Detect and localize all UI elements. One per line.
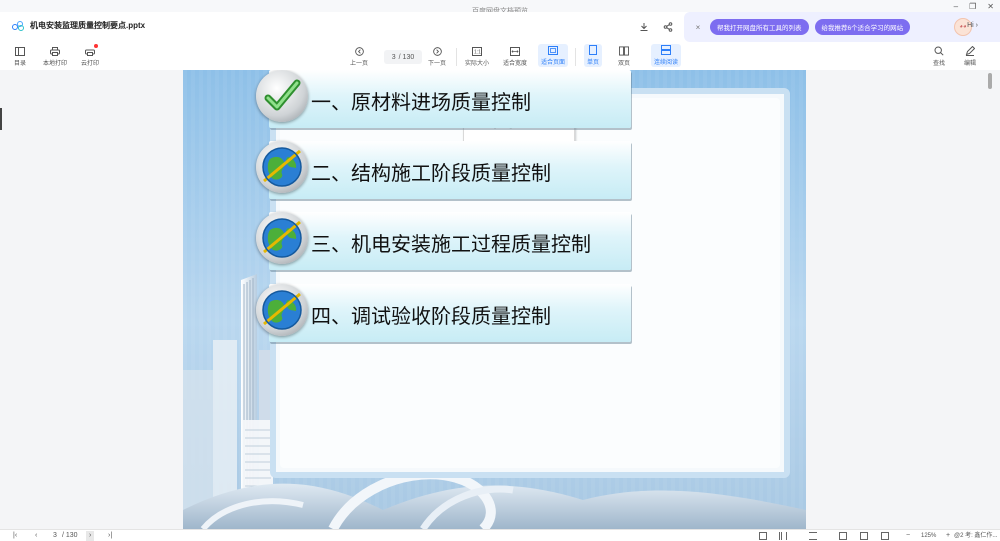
restore-icon[interactable]: ❐ [969, 2, 976, 11]
single-page-icon [588, 45, 598, 55]
continuous-read-button[interactable]: 连续阅读 [651, 44, 682, 67]
continuous-read-icon [661, 45, 671, 55]
vertical-scrollbar[interactable] [988, 73, 992, 89]
zoom-in-icon[interactable]: + [946, 531, 950, 541]
last-page-icon[interactable]: ›| [108, 531, 112, 541]
suggestion-chip-tools[interactable]: 帮我打开网盘所有工具的列表 [710, 19, 809, 35]
bottom-page-current[interactable]: 3 [53, 531, 57, 541]
toc-item-text: 三、机电安装施工过程质量控制 [311, 232, 591, 256]
header-actions [638, 21, 674, 33]
edit-button[interactable]: 编辑 [964, 46, 976, 67]
document-viewer[interactable]: 目 录 一、原材料进场质量控制 二、结构施工阶段质量控制 三、机电安装施工过程质… [0, 70, 1000, 529]
fit-width-small-icon[interactable] [860, 532, 868, 540]
window-controls: – ❐ ✕ [954, 0, 994, 12]
first-page-icon[interactable]: |‹ [13, 531, 17, 541]
single-view-icon[interactable] [759, 532, 767, 540]
prev-page-icon[interactable]: ‹ [35, 531, 37, 541]
fit-width-icon [510, 46, 520, 56]
cloud-print-icon [85, 44, 98, 56]
page-current: 3 [391, 53, 396, 61]
printer-icon [50, 46, 60, 56]
toc-item-text: 二、结构施工阶段质量控制 [311, 161, 551, 185]
search-button[interactable]: 查找 [933, 46, 945, 67]
continuous-read-label: 连续阅读 [654, 60, 679, 66]
title-bar: 百度网盘文档预览 – ❐ ✕ [0, 0, 1000, 15]
page-total: / 130 [398, 53, 415, 61]
file-name: 机电安装监理质量控制要点.pptx [30, 21, 146, 30]
fit-width-button[interactable]: 适合宽度 [503, 46, 527, 67]
double-page-icon [619, 46, 629, 56]
local-print-label: 本地打印 [43, 61, 68, 67]
ai-assistant-bar: × 帮我打开网盘所有工具的列表 给我推荐6个适合学习的网站 [684, 12, 1000, 42]
double-page-button[interactable]: 双页 [618, 46, 630, 67]
share-icon[interactable] [662, 21, 674, 33]
local-print-button[interactable]: 本地打印 [43, 46, 67, 67]
toc-item-2: 二、结构施工阶段质量控制 [269, 141, 631, 199]
checkmark-icon [256, 70, 308, 122]
search-label: 查找 [933, 61, 946, 67]
edit-label: 编辑 [964, 61, 977, 67]
svg-text:1:1: 1:1 [474, 49, 481, 55]
suggestion-chip-websites[interactable]: 给我推荐6个适合学习的网站 [814, 19, 911, 35]
globe-icon [256, 141, 308, 193]
double-view-icon[interactable] [779, 532, 787, 540]
slide-page: 目 录 一、原材料进场质量控制 二、结构施工阶段质量控制 三、机电安装施工过程质… [183, 70, 806, 529]
fit-page-button[interactable]: 适合页面 [538, 44, 569, 67]
toc-item-text: 四、调试验收阶段质量控制 [311, 304, 551, 328]
zoom-level: 125% [921, 533, 937, 539]
next-page-icon[interactable]: › [86, 531, 95, 541]
actual-size-icon: 1:1 [472, 46, 482, 56]
file-title: 机电安装监理质量控制要点.pptx [12, 20, 145, 31]
fit-width-label: 适合宽度 [503, 61, 528, 67]
actual-size-small-icon[interactable] [839, 532, 847, 540]
next-page-button[interactable]: 下一页 [428, 46, 446, 67]
side-indicator [0, 108, 2, 130]
watermark-status: @2 考: 鑫仁作... [954, 533, 998, 539]
cloud-print-button[interactable]: 云打印 [81, 44, 100, 67]
toolbar: 目录 本地打印 云打印 上一页 3 / 130 下一页 1:1 实际大小 适合宽… [0, 42, 1000, 70]
prev-page-label: 上一页 [350, 61, 369, 67]
zoom-out-icon[interactable]: − [906, 531, 910, 541]
globe-icon [256, 212, 308, 264]
download-icon[interactable] [638, 21, 650, 33]
cloud-print-label: 云打印 [81, 61, 100, 67]
actual-size-button[interactable]: 1:1 实际大小 [465, 46, 489, 67]
close-assistant-icon[interactable]: × [692, 23, 704, 32]
globe-icon [256, 284, 308, 336]
toc-item-text: 一、原材料进场质量控制 [311, 90, 531, 114]
outline-button[interactable]: 目录 [14, 46, 26, 67]
toc-item-4: 四、调试验收阶段质量控制 [269, 284, 631, 342]
fit-page-icon [548, 45, 558, 55]
actual-size-label: 实际大小 [465, 61, 490, 67]
next-page-label: 下一页 [428, 61, 447, 67]
app-window: 百度网盘文档预览 – ❐ ✕ 机电安装监理质量控制要点.pptx × 帮我打开网… [0, 0, 1000, 541]
next-icon [432, 46, 442, 56]
outline-label: 目录 [14, 61, 27, 67]
prev-icon [354, 46, 364, 56]
minimize-icon[interactable]: – [954, 2, 958, 11]
single-page-label: 单页 [587, 60, 600, 66]
edit-icon [965, 46, 975, 56]
close-icon[interactable]: ✕ [987, 2, 994, 11]
outline-icon [15, 46, 25, 56]
page-number-input[interactable]: 3 / 130 [384, 50, 422, 64]
baidu-netdisk-logo-icon [12, 20, 24, 31]
toc-item-1: 一、原材料进场质量控制 [269, 70, 631, 128]
search-icon [934, 46, 944, 56]
double-page-label: 双页 [618, 61, 631, 67]
scroll-view-icon[interactable] [809, 532, 817, 540]
bottom-bar: |‹ ‹ 3 / 130 › ›| − 125% + @2 考: 鑫仁作... [0, 529, 1000, 541]
divider [456, 48, 457, 66]
assistant-greeting[interactable]: Hi › [967, 22, 978, 29]
prev-page-button[interactable]: 上一页 [350, 46, 368, 67]
bottom-page-total: / 130 [62, 532, 78, 539]
fit-page-small-icon[interactable] [881, 532, 889, 540]
single-page-button[interactable]: 单页 [584, 44, 603, 67]
fit-page-label: 适合页面 [541, 60, 566, 66]
divider [575, 48, 576, 66]
toc-item-3: 三、机电安装施工过程质量控制 [269, 212, 631, 270]
